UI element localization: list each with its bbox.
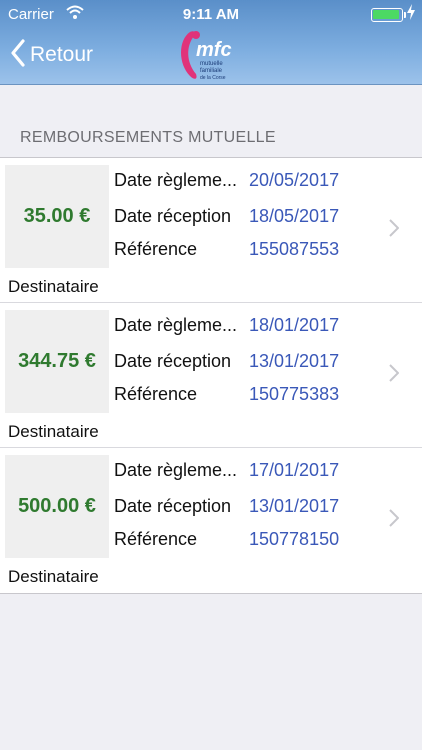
reference-label: Référence <box>114 529 198 549</box>
mfc-logo: mfc mutuelle familiale de la Corse <box>176 28 240 84</box>
section-header: REMBOURSEMENTS MUTUELLE <box>20 129 276 146</box>
amount-box: 500.00 € <box>5 455 109 558</box>
chevron-right-icon <box>389 509 400 532</box>
reference-value: 150778150 <box>249 529 340 549</box>
status-bar: Carrier 9:11 AM <box>0 0 422 30</box>
chevron-left-icon <box>10 38 26 72</box>
amount-box: 344.75 € <box>5 310 109 413</box>
amount-box: 35.00 € <box>5 165 109 268</box>
date-reception-value: 13/01/2017 <box>249 351 340 371</box>
reference-label: Référence <box>114 239 198 259</box>
svg-text:de la Corse: de la Corse <box>200 75 226 81</box>
list-item[interactable]: 500.00 € Date règleme... 17/01/2017 Date… <box>0 448 422 593</box>
back-button-label: Retour <box>30 43 94 66</box>
chevron-right-icon <box>389 219 400 242</box>
date-reception-label: Date réception <box>114 206 232 226</box>
battery-icon <box>371 8 406 22</box>
svg-text:mfc: mfc <box>196 39 232 61</box>
reference-label: Référence <box>114 384 198 404</box>
reference-value: 150775383 <box>249 384 340 404</box>
date-reception-label: Date réception <box>114 351 232 371</box>
list-item[interactable]: 344.75 € Date règleme... 18/01/2017 Date… <box>0 303 422 448</box>
destinataire-label: Destinataire <box>8 422 99 441</box>
reference-value: 155087553 <box>249 239 340 259</box>
date-reglement-value: 18/01/2017 <box>249 315 340 335</box>
date-reglement-label: Date règleme... <box>114 315 238 335</box>
date-reception-value: 13/01/2017 <box>249 496 340 516</box>
date-reglement-label: Date règleme... <box>114 170 238 190</box>
date-reception-value: 18/05/2017 <box>249 206 340 226</box>
charging-icon <box>407 4 415 24</box>
list-item[interactable]: 35.00 € Date règleme... 20/05/2017 Date … <box>0 158 422 303</box>
date-reception-label: Date réception <box>114 496 232 516</box>
date-reglement-value: 20/05/2017 <box>249 170 340 190</box>
svg-text:mutuelle: mutuelle <box>200 61 223 67</box>
reimbursement-list: 35.00 € Date règleme... 20/05/2017 Date … <box>0 157 422 594</box>
date-reglement-label: Date règleme... <box>114 460 238 480</box>
date-reglement-value: 17/01/2017 <box>249 460 340 480</box>
chevron-right-icon <box>389 364 400 387</box>
amount: 500.00 € <box>18 495 96 517</box>
status-time: 9:11 AM <box>182 6 240 23</box>
back-button[interactable]: Retour <box>10 38 94 72</box>
amount: 35.00 € <box>23 205 91 227</box>
destinataire-label: Destinataire <box>8 277 99 296</box>
destinataire-label: Destinataire <box>8 567 99 586</box>
amount: 344.75 € <box>18 350 96 372</box>
svg-text:familiale: familiale <box>200 68 223 74</box>
